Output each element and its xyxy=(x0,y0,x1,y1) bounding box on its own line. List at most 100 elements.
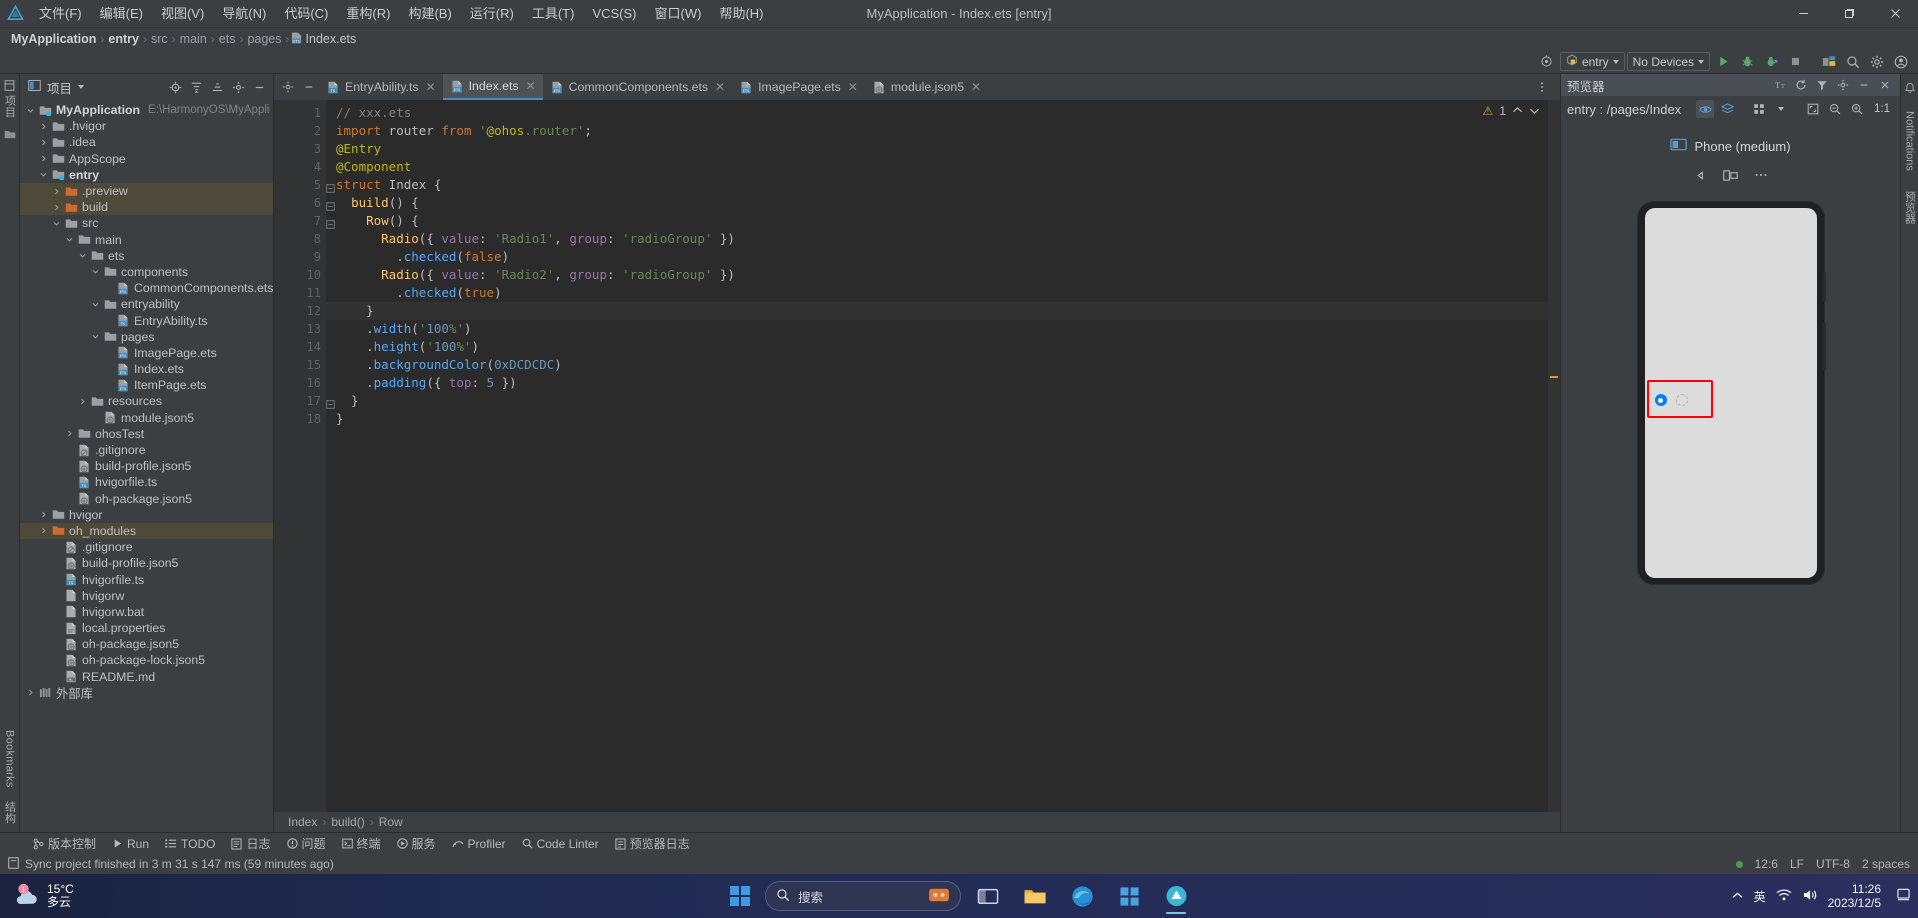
next-problem-icon[interactable] xyxy=(1529,104,1540,118)
zoom-out-icon[interactable] xyxy=(1826,100,1844,118)
breadcrumb-item-ets[interactable]: ets xyxy=(216,32,239,46)
chevron-down-icon[interactable] xyxy=(91,267,100,276)
file-explorer-icon[interactable] xyxy=(968,876,1008,916)
chevron-down-icon[interactable] xyxy=(78,85,85,89)
chevron-right-icon[interactable] xyxy=(39,526,48,535)
code-line-14[interactable]: .height('100%') xyxy=(326,338,1560,356)
tree-row-.gitignore[interactable]: .gitignore xyxy=(20,539,273,555)
chevron-right-icon[interactable] xyxy=(52,203,61,212)
status-event-icon[interactable] xyxy=(8,856,19,872)
close-tab-icon[interactable]: ✕ xyxy=(715,80,725,94)
tree-row-CommonComponents.ets[interactable]: ETS CommonComponents.ets xyxy=(20,280,273,296)
network-icon[interactable] xyxy=(1776,888,1792,905)
breadcrumb-file[interactable]: ETS Index.ets xyxy=(291,32,356,47)
tree-row-src[interactable]: src xyxy=(20,215,273,231)
grid-icon[interactable] xyxy=(1750,100,1768,118)
tree-row-entryability[interactable]: entryability xyxy=(20,296,273,312)
text-size-icon[interactable]: TT xyxy=(1771,76,1789,94)
fit-icon[interactable] xyxy=(1804,100,1822,118)
tree-row-ohosTest[interactable]: ohosTest xyxy=(20,426,273,442)
tool-window-bar[interactable]: 版本控制 Run TODO 日志 问题 终端 服务 Profiler Code Linter 预览… xyxy=(0,832,1918,854)
weather-widget[interactable]: 1 15°C 多云 xyxy=(0,882,74,910)
line-number[interactable]: 10 xyxy=(274,266,326,284)
code-line-7[interactable]: Row() { xyxy=(326,212,1560,230)
tree-row-build-profile.json5[interactable]: build-profile.json5 xyxy=(20,458,273,474)
chevron-down-icon[interactable] xyxy=(1772,100,1790,118)
tree-row-build-profile.json5[interactable]: build-profile.json5 xyxy=(20,555,273,571)
tree-row-EntryAbility.ts[interactable]: TS EntryAbility.ts xyxy=(20,312,273,328)
stop-icon[interactable] xyxy=(1784,52,1806,72)
line-number[interactable]: 1 xyxy=(274,104,326,122)
tree-row-oh_modules[interactable]: oh_modules xyxy=(20,522,273,540)
breadcrumb-item-MyApplication[interactable]: MyApplication xyxy=(8,32,99,46)
code-line-15[interactable]: .backgroundColor(0xDCDCDC) xyxy=(326,356,1560,374)
tree-row-pages[interactable]: pages xyxy=(20,329,273,345)
hide-panel-icon[interactable] xyxy=(250,78,269,97)
menu-item-4[interactable]: 代码(C) xyxy=(275,0,337,28)
settings-icon[interactable] xyxy=(229,78,248,97)
close-tab-icon[interactable]: ✕ xyxy=(526,79,536,93)
tree-row-hvigorfile.ts[interactable]: TS hvigorfile.ts xyxy=(20,571,273,587)
editor-tab-Index.ets[interactable]: ETS Index.ets ✕ xyxy=(442,74,543,100)
tree-row-Index.ets[interactable]: ETS Index.ets xyxy=(20,361,273,377)
ime-icon[interactable]: 英 xyxy=(1754,888,1766,905)
tree-row-hvigorfile.ts[interactable]: TS hvigorfile.ts xyxy=(20,474,273,490)
tree-row-.idea[interactable]: .idea xyxy=(20,134,273,150)
store-icon[interactable] xyxy=(1109,876,1149,916)
breadcrumb-item-main[interactable]: main xyxy=(177,32,210,46)
menu-item-0[interactable]: 文件(F) xyxy=(30,0,91,28)
tree-row-components[interactable]: components xyxy=(20,264,273,280)
rail-item-notifications[interactable]: Notifications xyxy=(1904,111,1916,171)
line-number[interactable]: 3 xyxy=(274,140,326,158)
chevron-down-icon[interactable] xyxy=(39,170,48,179)
code-line-1[interactable]: // xxx.ets xyxy=(326,104,1560,122)
volume-icon[interactable] xyxy=(1802,888,1818,905)
indent-setting[interactable]: 2 spaces xyxy=(1862,857,1910,871)
tree-row-ItemPage.ets[interactable]: ETS ItemPage.ets xyxy=(20,377,273,393)
breadcrumb-item-pages[interactable]: pages xyxy=(244,32,284,46)
chevron-down-icon[interactable] xyxy=(26,106,35,115)
line-number[interactable]: 12 xyxy=(274,302,335,320)
run-icon[interactable] xyxy=(1712,52,1734,72)
rail-item-bookmarks[interactable]: Bookmarks xyxy=(4,730,16,788)
tree-row-module.json5[interactable]: module.json5 xyxy=(20,410,273,426)
notifications-bell-icon[interactable] xyxy=(1904,82,1916,97)
line-number[interactable]: 15 xyxy=(274,356,326,374)
line-number[interactable]: 4 xyxy=(274,158,326,176)
settings-icon[interactable] xyxy=(1834,76,1852,94)
tree-row-hvigor[interactable]: hvigor xyxy=(20,507,273,523)
menu-item-9[interactable]: VCS(S) xyxy=(583,0,645,28)
prev-problem-icon[interactable] xyxy=(1512,104,1523,118)
chevron-right-icon[interactable] xyxy=(26,688,35,697)
structure-breadcrumb[interactable]: Index › build() › Row xyxy=(274,812,1560,832)
tree-row-resources[interactable]: resources xyxy=(20,393,273,409)
radio-unchecked[interactable] xyxy=(1675,394,1688,406)
tree-row-build[interactable]: build xyxy=(20,199,273,216)
chevron-down-icon[interactable] xyxy=(91,332,100,341)
editor-tab-EntryAbility.ts[interactable]: TS EntryAbility.ts ✕ xyxy=(319,74,443,100)
settings-target-icon[interactable] xyxy=(1536,52,1558,72)
file-encoding[interactable]: UTF-8 xyxy=(1816,857,1850,871)
close-tab-icon[interactable]: ✕ xyxy=(426,80,436,94)
menu-item-1[interactable]: 编辑(E) xyxy=(91,0,152,28)
search-everywhere-icon[interactable] xyxy=(1842,52,1864,72)
chevron-down-icon[interactable] xyxy=(78,251,87,260)
rotate-left-icon[interactable] xyxy=(1687,164,1715,186)
folder-icon[interactable] xyxy=(1015,876,1055,916)
refresh-icon[interactable] xyxy=(1792,76,1810,94)
code-line-2[interactable]: import router from '@ohos.router'; xyxy=(326,122,1560,140)
tree-row-oh-package-lock.json5[interactable]: oh-package-lock.json5 xyxy=(20,652,273,668)
close-tab-icon[interactable]: ✕ xyxy=(971,80,981,94)
error-stripe[interactable] xyxy=(1548,100,1560,812)
code-line-5[interactable]: struct Index { xyxy=(326,176,1560,194)
hide-editor-icon[interactable] xyxy=(299,76,319,98)
menu-item-2[interactable]: 视图(V) xyxy=(152,0,213,28)
struct-crumb-build[interactable]: build() xyxy=(331,815,364,829)
line-number[interactable]: 18 xyxy=(274,410,326,428)
menu-item-3[interactable]: 导航(N) xyxy=(213,0,275,28)
rail-item-previewer[interactable]: 预览器 xyxy=(1902,191,1918,224)
debug-icon[interactable] xyxy=(1736,52,1758,72)
code-line-16[interactable]: .padding({ top: 5 }) xyxy=(326,374,1560,392)
phone-screen[interactable] xyxy=(1644,208,1817,578)
tool-window-[interactable]: 问题 xyxy=(280,834,333,854)
